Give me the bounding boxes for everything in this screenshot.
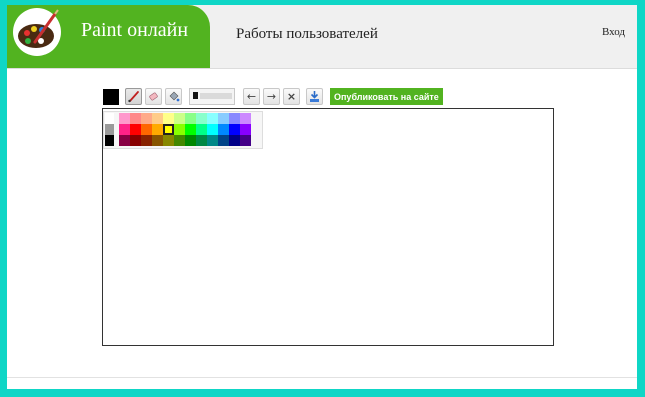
color-swatch[interactable] [229, 113, 240, 124]
eraser-tool-button[interactable] [145, 88, 162, 105]
color-swatch[interactable] [240, 113, 251, 124]
nav-login[interactable]: Вход [602, 26, 625, 38]
color-swatch[interactable] [141, 135, 152, 146]
color-swatch[interactable] [141, 124, 152, 135]
color-swatch[interactable] [141, 113, 152, 124]
app-window: Paint онлайн Работы пользователей Вход ←… [7, 5, 637, 389]
clear-button[interactable]: × [283, 88, 300, 105]
color-swatch[interactable] [174, 113, 185, 124]
palette-logo-icon [13, 8, 61, 56]
download-icon [310, 91, 319, 102]
color-swatch[interactable] [174, 135, 185, 146]
color-swatch[interactable] [152, 113, 163, 124]
close-icon: × [286, 90, 297, 103]
download-button[interactable] [306, 88, 323, 105]
color-swatch[interactable] [130, 113, 141, 124]
footer-divider [7, 377, 637, 378]
color-swatch[interactable] [240, 135, 251, 146]
color-swatch[interactable] [207, 113, 218, 124]
undo-button[interactable]: ← [243, 88, 260, 105]
fill-tool-button[interactable] [165, 88, 182, 105]
color-swatch[interactable] [218, 113, 229, 124]
gray-swatch[interactable] [105, 135, 114, 146]
color-swatch[interactable] [152, 124, 163, 135]
color-swatch[interactable] [196, 124, 207, 135]
color-swatch[interactable] [152, 135, 163, 146]
color-swatch[interactable] [218, 135, 229, 146]
color-swatch[interactable] [119, 113, 130, 124]
gray-swatch[interactable] [105, 113, 114, 124]
brush-tool-button[interactable] [125, 88, 142, 105]
brush-size-track [200, 93, 232, 99]
brand-block[interactable]: Paint онлайн [7, 5, 210, 68]
brush-size-indicator [193, 92, 198, 99]
color-swatch[interactable] [207, 135, 218, 146]
brush-size-slider[interactable] [189, 88, 235, 105]
color-swatch[interactable] [229, 135, 240, 146]
publish-button[interactable]: Опубликовать на сайте [330, 88, 443, 105]
color-swatch[interactable] [174, 124, 185, 135]
color-swatch[interactable] [207, 124, 218, 135]
color-palette [103, 111, 263, 149]
color-swatch[interactable] [218, 124, 229, 135]
top-header: Paint онлайн Работы пользователей Вход [7, 5, 637, 69]
brand-name[interactable]: Paint онлайн [81, 19, 188, 42]
color-swatch[interactable] [163, 124, 174, 135]
brush-icon [128, 91, 139, 103]
current-color-swatch[interactable] [103, 89, 119, 105]
color-swatch[interactable] [119, 124, 130, 135]
color-swatch[interactable] [119, 135, 130, 146]
nav-user-works[interactable]: Работы пользователей [236, 26, 378, 43]
arrow-left-icon: ← [246, 90, 257, 103]
color-swatch[interactable] [185, 135, 196, 146]
color-swatch[interactable] [196, 113, 207, 124]
color-swatch[interactable] [229, 124, 240, 135]
color-swatch[interactable] [130, 135, 141, 146]
redo-button[interactable]: → [263, 88, 280, 105]
color-swatch[interactable] [163, 135, 174, 146]
color-swatch[interactable] [240, 124, 251, 135]
arrow-right-icon: → [266, 90, 277, 103]
eraser-icon [149, 92, 158, 101]
paint-bucket-icon [169, 91, 180, 102]
color-swatch[interactable] [130, 124, 141, 135]
color-swatch[interactable] [185, 124, 196, 135]
color-swatch[interactable] [185, 113, 196, 124]
gray-swatch[interactable] [105, 124, 114, 135]
color-swatch[interactable] [163, 113, 174, 124]
color-swatch[interactable] [196, 135, 207, 146]
